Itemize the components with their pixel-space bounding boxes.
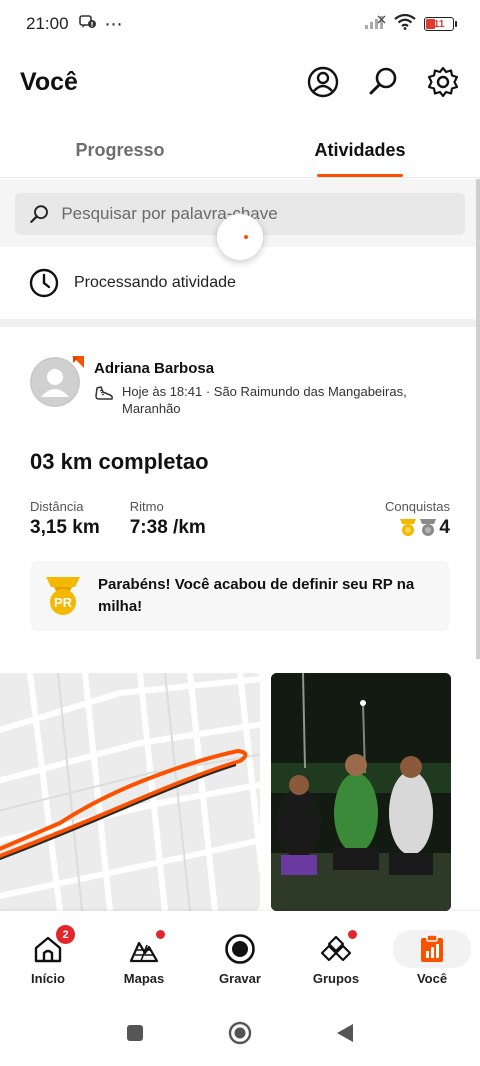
nav-gravar-label: Gravar — [219, 971, 261, 986]
home-circle-icon — [228, 1021, 252, 1045]
back-button[interactable] — [336, 1023, 354, 1048]
run-shoe-icon — [95, 386, 113, 400]
activity-map[interactable] — [0, 673, 260, 911]
profile-button[interactable] — [306, 65, 340, 99]
groups-icon — [321, 935, 351, 962]
athlete-row: Adriana Barbosa Hoje às 18:41 · São Raim… — [30, 356, 450, 417]
nav-grupos-label: Grupos — [312, 971, 360, 986]
tab-progresso[interactable]: Progresso — [0, 124, 240, 177]
search-button[interactable] — [366, 65, 400, 99]
record-icon — [225, 934, 255, 964]
athlete-name[interactable]: Adriana Barbosa — [94, 360, 407, 377]
stat-distance-value: 3,15 km — [30, 517, 100, 538]
nav-mapas[interactable]: Mapas — [96, 911, 192, 1005]
route-map — [0, 673, 260, 911]
athlete-info: Adriana Barbosa Hoje às 18:41 · São Raim… — [94, 357, 407, 417]
home-system-button[interactable] — [228, 1021, 252, 1050]
stat-distance-label: Distância — [30, 499, 84, 514]
page-title: Você — [20, 67, 78, 96]
nav-gravar[interactable]: Gravar — [192, 911, 288, 1005]
tab-bar: Progresso Atividades — [0, 124, 480, 178]
maps-icon — [129, 941, 159, 963]
notification-badge: 2 — [56, 925, 75, 944]
stats-row: Distância 3,15 km Ritmo 7:38 /km Conquis… — [30, 499, 450, 539]
settings-button[interactable] — [426, 65, 460, 99]
activity-meta: Hoje às 18:41 · São Raimundo das Mangabe… — [94, 383, 407, 417]
avatar[interactable] — [30, 356, 84, 407]
groups-notification-dot — [348, 930, 357, 939]
pr-banner[interactable]: PR Parabéns! Você acabou de definir seu … — [30, 561, 450, 631]
subscriber-badge-icon — [72, 356, 84, 368]
nav-inicio[interactable]: 2 Início — [0, 911, 96, 1005]
search-icon — [369, 67, 397, 95]
nav-grupos[interactable]: Grupos — [288, 911, 384, 1005]
stat-achievements[interactable]: Conquistas 4 — [385, 499, 450, 539]
battery-icon: 11 — [424, 17, 457, 31]
activity-date-location: Hoje às 18:41 · São Raimundo das Mangabe… — [122, 384, 407, 399]
pr-medal-text: PR — [54, 595, 73, 610]
activity-photo[interactable] — [271, 673, 451, 911]
status-time: 21:00 — [26, 14, 69, 33]
pr-message-line1: Parabéns! Você acabou de definir seu RP … — [98, 576, 415, 593]
activities-feed[interactable]: Processando atividade Adriana Barbosa Ho… — [0, 179, 480, 911]
tab-atividades[interactable]: Atividades — [240, 124, 480, 177]
app-header: Você — [0, 56, 480, 108]
activity-card[interactable]: Adriana Barbosa Hoje às 18:41 · São Raim… — [0, 327, 480, 631]
gold-medal-icon — [400, 519, 417, 536]
header-actions — [306, 65, 460, 99]
system-navigation-bar — [0, 1005, 480, 1066]
status-bar: 21:00 ⋯ 11 — [0, 0, 480, 48]
nav-voce[interactable]: Você — [384, 911, 480, 1005]
wifi-icon — [394, 13, 416, 35]
nav-voce-label: Você — [416, 971, 448, 986]
bottom-navigation: 2 Início Mapas Gravar Grupos Você — [0, 911, 480, 1005]
back-triangle-icon — [337, 1024, 353, 1042]
loading-spinner — [217, 214, 263, 260]
stat-pace-label: Ritmo — [129, 499, 164, 514]
maps-notification-dot — [156, 930, 165, 939]
nav-mapas-label: Mapas — [123, 971, 165, 986]
you-icon — [421, 934, 443, 962]
stat-achievements-label: Conquistas — [384, 499, 450, 514]
recents-button[interactable] — [126, 1024, 144, 1047]
battery-level: 11 — [433, 18, 445, 30]
more-notifications-icon: ⋯ — [104, 13, 124, 34]
activity-title[interactable]: 03 km completao — [30, 449, 450, 475]
profile-icon — [307, 66, 339, 98]
notification-icon — [78, 14, 97, 35]
recents-icon — [127, 1025, 143, 1041]
nav-inicio-label: Início — [31, 971, 65, 986]
scroll-indicator[interactable] — [476, 179, 480, 659]
achievements-count: 4 — [439, 517, 450, 538]
pr-medal-icon: PR — [46, 577, 80, 615]
stat-pace-value: 7:38 /km — [129, 517, 206, 538]
pr-message-line2: milha! — [98, 598, 143, 615]
silver-medal-icon — [420, 519, 437, 536]
activity-location-state: Maranhão — [122, 401, 181, 416]
activity-media-carousel[interactable] — [0, 673, 480, 911]
clock-icon — [29, 268, 59, 298]
search-icon — [30, 205, 48, 223]
signal-icon — [364, 14, 386, 35]
processing-label: Processando atividade — [74, 274, 236, 291]
group-photo-image — [271, 673, 451, 911]
settings-icon — [427, 66, 459, 98]
stat-distance: Distância 3,15 km — [30, 499, 100, 539]
stat-pace: Ritmo 7:38 /km — [130, 499, 206, 539]
